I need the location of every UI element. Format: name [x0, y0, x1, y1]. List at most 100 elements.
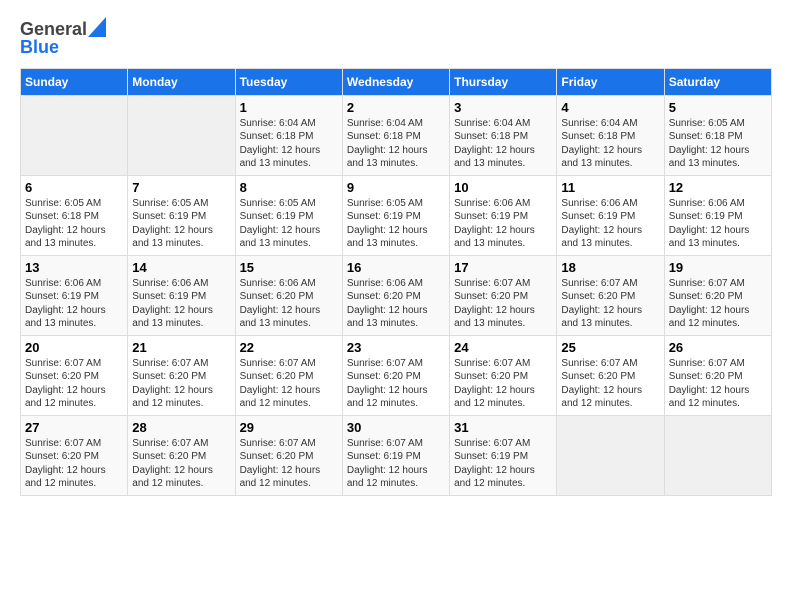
day-info: Sunrise: 6:07 AMSunset: 6:20 PMDaylight:… — [347, 357, 445, 411]
header-day-monday: Monday — [128, 68, 235, 95]
calendar-cell: 2 Sunrise: 6:04 AMSunset: 6:18 PMDaylight… — [342, 95, 449, 175]
day-info: Sunrise: 6:07 AMSunset: 6:20 PMDaylight:… — [25, 357, 123, 411]
header-day-sunday: Sunday — [21, 68, 128, 95]
day-info: Sunrise: 6:06 AMSunset: 6:20 PMDaylight:… — [347, 277, 445, 331]
day-number: 10 — [454, 180, 552, 195]
calendar-cell: 25 Sunrise: 6:07 AMSunset: 6:20 PMDayligh… — [557, 335, 664, 415]
calendar-cell: 1 Sunrise: 6:04 AMSunset: 6:18 PMDaylight… — [235, 95, 342, 175]
day-number: 14 — [132, 260, 230, 275]
calendar-week-1: 1 Sunrise: 6:04 AMSunset: 6:18 PMDaylight… — [21, 95, 772, 175]
day-number: 19 — [669, 260, 767, 275]
day-number: 15 — [240, 260, 338, 275]
day-number: 24 — [454, 340, 552, 355]
calendar-cell: 4 Sunrise: 6:04 AMSunset: 6:18 PMDaylight… — [557, 95, 664, 175]
day-info: Sunrise: 6:06 AMSunset: 6:19 PMDaylight:… — [561, 197, 659, 251]
day-info: Sunrise: 6:06 AMSunset: 6:19 PMDaylight:… — [669, 197, 767, 251]
day-number: 1 — [240, 100, 338, 115]
day-number: 18 — [561, 260, 659, 275]
day-info: Sunrise: 6:07 AMSunset: 6:19 PMDaylight:… — [454, 437, 552, 491]
day-info: Sunrise: 6:07 AMSunset: 6:19 PMDaylight:… — [347, 437, 445, 491]
day-number: 22 — [240, 340, 338, 355]
day-number: 29 — [240, 420, 338, 435]
day-info: Sunrise: 6:07 AMSunset: 6:20 PMDaylight:… — [669, 277, 767, 331]
calendar-cell: 12 Sunrise: 6:06 AMSunset: 6:19 PMDayligh… — [664, 175, 771, 255]
day-number: 8 — [240, 180, 338, 195]
calendar-cell: 27 Sunrise: 6:07 AMSunset: 6:20 PMDayligh… — [21, 415, 128, 495]
calendar-cell: 20 Sunrise: 6:07 AMSunset: 6:20 PMDayligh… — [21, 335, 128, 415]
calendar-cell: 3 Sunrise: 6:04 AMSunset: 6:18 PMDaylight… — [450, 95, 557, 175]
day-number: 9 — [347, 180, 445, 195]
day-number: 20 — [25, 340, 123, 355]
calendar-table: SundayMondayTuesdayWednesdayThursdayFrid… — [20, 68, 772, 496]
calendar-cell — [557, 415, 664, 495]
day-info: Sunrise: 6:07 AMSunset: 6:20 PMDaylight:… — [25, 437, 123, 491]
day-info: Sunrise: 6:07 AMSunset: 6:20 PMDaylight:… — [669, 357, 767, 411]
logo-icon — [88, 17, 106, 37]
page-header: General Blue — [20, 20, 772, 58]
logo: General Blue — [20, 20, 106, 58]
day-info: Sunrise: 6:05 AMSunset: 6:18 PMDaylight:… — [669, 117, 767, 171]
day-number: 3 — [454, 100, 552, 115]
calendar-cell: 14 Sunrise: 6:06 AMSunset: 6:19 PMDayligh… — [128, 255, 235, 335]
day-info: Sunrise: 6:07 AMSunset: 6:20 PMDaylight:… — [561, 277, 659, 331]
day-info: Sunrise: 6:07 AMSunset: 6:20 PMDaylight:… — [561, 357, 659, 411]
header-day-thursday: Thursday — [450, 68, 557, 95]
header-day-friday: Friday — [557, 68, 664, 95]
calendar-cell: 8 Sunrise: 6:05 AMSunset: 6:19 PMDaylight… — [235, 175, 342, 255]
calendar-cell: 24 Sunrise: 6:07 AMSunset: 6:20 PMDayligh… — [450, 335, 557, 415]
calendar-week-3: 13 Sunrise: 6:06 AMSunset: 6:19 PMDayligh… — [21, 255, 772, 335]
day-info: Sunrise: 6:04 AMSunset: 6:18 PMDaylight:… — [454, 117, 552, 171]
day-info: Sunrise: 6:07 AMSunset: 6:20 PMDaylight:… — [132, 437, 230, 491]
calendar-cell: 9Sunrise: 6:05 AMSunset: 6:19 PMDaylight… — [342, 175, 449, 255]
day-number: 6 — [25, 180, 123, 195]
calendar-cell: 7Sunrise: 6:05 AMSunset: 6:19 PMDaylight… — [128, 175, 235, 255]
day-number: 11 — [561, 180, 659, 195]
day-number: 23 — [347, 340, 445, 355]
calendar-cell: 21 Sunrise: 6:07 AMSunset: 6:20 PMDayligh… — [128, 335, 235, 415]
day-number: 25 — [561, 340, 659, 355]
calendar-week-2: 6 Sunrise: 6:05 AMSunset: 6:18 PMDaylight… — [21, 175, 772, 255]
day-info: Sunrise: 6:07 AMSunset: 6:20 PMDaylight:… — [132, 357, 230, 411]
day-number: 13 — [25, 260, 123, 275]
calendar-cell: 6 Sunrise: 6:05 AMSunset: 6:18 PMDaylight… — [21, 175, 128, 255]
calendar-cell: 16Sunrise: 6:06 AMSunset: 6:20 PMDayligh… — [342, 255, 449, 335]
day-info: Sunrise: 6:04 AMSunset: 6:18 PMDaylight:… — [240, 117, 338, 171]
day-info: Sunrise: 6:07 AMSunset: 6:20 PMDaylight:… — [454, 277, 552, 331]
calendar-cell — [21, 95, 128, 175]
day-number: 4 — [561, 100, 659, 115]
day-number: 28 — [132, 420, 230, 435]
calendar-cell — [128, 95, 235, 175]
day-info: Sunrise: 6:05 AMSunset: 6:18 PMDaylight:… — [25, 197, 123, 251]
day-info: Sunrise: 6:06 AMSunset: 6:20 PMDaylight:… — [240, 277, 338, 331]
day-number: 12 — [669, 180, 767, 195]
calendar-cell: 31Sunrise: 6:07 AMSunset: 6:19 PMDayligh… — [450, 415, 557, 495]
calendar-week-5: 27 Sunrise: 6:07 AMSunset: 6:20 PMDayligh… — [21, 415, 772, 495]
header-day-tuesday: Tuesday — [235, 68, 342, 95]
header-day-saturday: Saturday — [664, 68, 771, 95]
calendar-cell: 18 Sunrise: 6:07 AMSunset: 6:20 PMDayligh… — [557, 255, 664, 335]
day-info: Sunrise: 6:06 AMSunset: 6:19 PMDaylight:… — [132, 277, 230, 331]
day-info: Sunrise: 6:06 AMSunset: 6:19 PMDaylight:… — [454, 197, 552, 251]
header-day-wednesday: Wednesday — [342, 68, 449, 95]
calendar-cell: 11 Sunrise: 6:06 AMSunset: 6:19 PMDayligh… — [557, 175, 664, 255]
day-number: 26 — [669, 340, 767, 355]
calendar-cell: 22Sunrise: 6:07 AMSunset: 6:20 PMDayligh… — [235, 335, 342, 415]
calendar-cell: 10 Sunrise: 6:06 AMSunset: 6:19 PMDayligh… — [450, 175, 557, 255]
day-info: Sunrise: 6:05 AMSunset: 6:19 PMDaylight:… — [240, 197, 338, 251]
calendar-cell: 28 Sunrise: 6:07 AMSunset: 6:20 PMDayligh… — [128, 415, 235, 495]
day-number: 30 — [347, 420, 445, 435]
logo-blue-text: Blue — [20, 38, 106, 58]
day-number: 27 — [25, 420, 123, 435]
day-info: Sunrise: 6:07 AMSunset: 6:20 PMDaylight:… — [454, 357, 552, 411]
calendar-cell: 23 Sunrise: 6:07 AMSunset: 6:20 PMDayligh… — [342, 335, 449, 415]
day-number: 2 — [347, 100, 445, 115]
day-info: Sunrise: 6:05 AMSunset: 6:19 PMDaylight:… — [132, 197, 230, 251]
calendar-cell: 19 Sunrise: 6:07 AMSunset: 6:20 PMDayligh… — [664, 255, 771, 335]
day-info: Sunrise: 6:04 AMSunset: 6:18 PMDaylight:… — [561, 117, 659, 171]
calendar-header-row: SundayMondayTuesdayWednesdayThursdayFrid… — [21, 68, 772, 95]
calendar-cell: 30 Sunrise: 6:07 AMSunset: 6:19 PMDayligh… — [342, 415, 449, 495]
day-number: 21 — [132, 340, 230, 355]
day-info: Sunrise: 6:04 AMSunset: 6:18 PMDaylight:… — [347, 117, 445, 171]
calendar-cell: 15 Sunrise: 6:06 AMSunset: 6:20 PMDayligh… — [235, 255, 342, 335]
calendar-cell: 5Sunrise: 6:05 AMSunset: 6:18 PMDaylight… — [664, 95, 771, 175]
